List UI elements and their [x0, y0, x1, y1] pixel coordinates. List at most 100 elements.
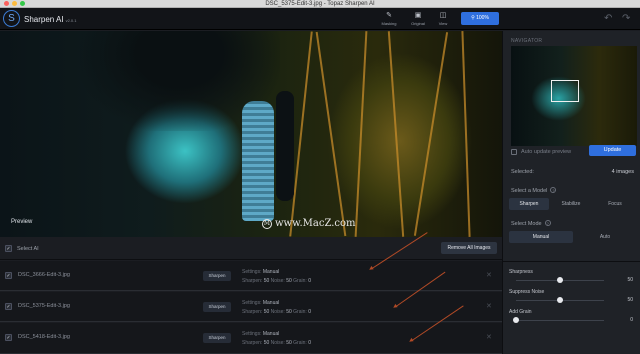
navigator-thumbnail[interactable]	[511, 46, 637, 146]
settings-label: Settings:	[242, 331, 262, 337]
view-icon: ◫	[439, 12, 447, 19]
row-filename: DSC_5375-Edit-3.jpg	[18, 303, 70, 309]
original-tool-button[interactable]: ▣ Original	[405, 11, 431, 28]
slider-knob[interactable]	[557, 277, 563, 283]
preview-headphone	[276, 91, 294, 201]
undo-icon[interactable]: ↶	[604, 13, 612, 24]
row-filename: DSC_5418-Edit-3.jpg	[18, 334, 70, 340]
window-titlebar: DSC_5375-Edit-3.jpg - Topaz Sharpen AI	[0, 0, 640, 8]
noise-label: Noise:	[270, 278, 285, 284]
grain-label: Grain:	[293, 309, 307, 315]
row-checkbox[interactable]: ✓	[5, 334, 12, 341]
help-icon[interactable]: ?	[544, 220, 551, 226]
preview-vine	[413, 32, 449, 236]
mode-selector: Manual Auto	[509, 231, 637, 243]
suppress-noise-slider[interactable]: Suppress Noise 50	[509, 289, 637, 309]
noise-label: Noise:	[270, 309, 285, 315]
sharpen-label: Sharpen:	[242, 309, 263, 315]
settings-value: Manual	[262, 269, 280, 275]
image-row[interactable]: ✓ DSC_3666-Edit-3.jpg Sharpen Settings: …	[0, 261, 502, 291]
brush-icon: ✎	[386, 12, 392, 19]
watermark: Mwww.MacZ.com	[262, 218, 356, 229]
model-selector: Sharpen Stabilize Focus	[509, 198, 637, 210]
noise-value: 50	[286, 278, 292, 284]
selected-label: Selected:	[511, 169, 534, 175]
preview-label: Preview	[11, 219, 33, 225]
app-name: Sharpen AI v2.0.1	[24, 15, 77, 24]
noise-value: 50	[286, 309, 292, 315]
window-title: DSC_5375-Edit-3.jpg - Topaz Sharpen AI	[265, 1, 375, 7]
mode-label: Select Mode	[511, 221, 542, 227]
model-focus-button[interactable]: Focus	[593, 198, 637, 210]
sharpen-label: Sharpen:	[242, 340, 263, 346]
remove-row-icon[interactable]: ✕	[486, 302, 492, 310]
navigator-viewport-rect[interactable]	[551, 80, 579, 102]
masking-label: Masking	[381, 21, 397, 26]
zoom-button[interactable]: ⚲ 100%	[461, 12, 499, 25]
select-all-checkbox[interactable]: ✓	[5, 245, 12, 252]
mode-section: Select Mode?	[511, 220, 551, 227]
settings-label: Settings:	[242, 269, 262, 275]
magnifier-icon: ⚲	[471, 15, 475, 21]
preview-beanie	[242, 101, 274, 221]
update-button[interactable]: Update	[589, 145, 636, 156]
model-label: Select a Model	[511, 188, 548, 194]
auto-update-label: Auto update preview	[521, 149, 572, 155]
slider-knob[interactable]	[513, 317, 519, 323]
masking-tool-button[interactable]: ✎ Masking	[376, 11, 402, 28]
app-name-text: Sharpen AI	[24, 15, 64, 24]
redo-icon[interactable]: ↷	[622, 13, 630, 24]
auto-update-toggle[interactable]: Auto update preview	[511, 149, 571, 155]
image-row[interactable]: ✓ DSC_5375-Edit-3.jpg Sharpen Settings: …	[0, 292, 502, 322]
view-tool-button[interactable]: ◫ View	[430, 11, 456, 28]
row-filename: DSC_3666-Edit-3.jpg	[18, 272, 70, 278]
row-model-badge[interactable]: Sharpen	[203, 271, 231, 281]
row-checkbox[interactable]: ✓	[5, 303, 12, 310]
add-grain-slider[interactable]: Add Grain 0	[509, 309, 637, 329]
sharpen-value: 50	[263, 340, 270, 346]
grain-label: Grain:	[293, 340, 307, 346]
row-checkbox[interactable]: ✓	[5, 272, 12, 279]
sharpen-value: 50	[263, 278, 270, 284]
preview-vine	[354, 31, 368, 237]
grain-value: 0	[308, 340, 311, 346]
add-grain-label: Add Grain	[509, 309, 532, 315]
watermark-logo-icon: M	[262, 218, 272, 229]
help-icon[interactable]: ?	[550, 187, 557, 193]
add-grain-value: 0	[630, 317, 633, 323]
model-stabilize-button[interactable]: Stabilize	[549, 198, 593, 210]
auto-update-checkbox[interactable]	[511, 149, 517, 155]
row-model-badge[interactable]: Sharpen	[203, 333, 231, 343]
app-toolbar: S Sharpen AI v2.0.1 ✎ Masking ▣ Original …	[0, 8, 640, 30]
slider-track[interactable]	[516, 320, 604, 321]
selected-count: 4 images	[611, 169, 634, 175]
sharpness-value: 50	[627, 277, 633, 283]
row-model-badge[interactable]: Sharpen	[203, 302, 231, 312]
view-label: View	[438, 21, 448, 26]
remove-row-icon[interactable]: ✕	[486, 271, 492, 279]
slider-knob[interactable]	[557, 297, 563, 303]
sharpen-value: 50	[263, 309, 270, 315]
grain-value: 0	[308, 309, 311, 315]
row-values: Sharpen: 50 Noise: 50 Grain: 0	[242, 278, 311, 284]
sharpness-slider[interactable]: Sharpness 50	[509, 269, 637, 289]
image-list-header: ✓ Select AI Remove All Images	[0, 237, 502, 260]
mode-auto-button[interactable]: Auto	[573, 231, 637, 243]
remove-row-icon[interactable]: ✕	[486, 333, 492, 341]
sidebar-divider	[503, 261, 640, 262]
preview-vine	[461, 31, 471, 237]
image-icon: ▣	[414, 12, 422, 19]
remove-all-images-button[interactable]: Remove All Images	[441, 242, 497, 254]
settings-value: Manual	[262, 331, 280, 337]
image-row[interactable]: ✓ DSC_5418-Edit-3.jpg Sharpen Settings: …	[0, 323, 502, 354]
zoom-level: 100%	[476, 15, 489, 21]
row-values: Sharpen: 50 Noise: 50 Grain: 0	[242, 309, 311, 315]
row-settings: Settings: Manual	[242, 331, 279, 337]
suppress-noise-value: 50	[627, 297, 633, 303]
select-all-toggle[interactable]: ✓ Select AI	[5, 245, 39, 252]
mode-manual-button[interactable]: Manual	[509, 231, 573, 243]
preview-image[interactable]: Preview Mwww.MacZ.com	[0, 31, 502, 237]
settings-sidebar: NAVIGATOR Auto update preview Update Sel…	[502, 31, 640, 354]
noise-value: 50	[286, 340, 292, 346]
model-sharpen-button[interactable]: Sharpen	[509, 198, 549, 210]
